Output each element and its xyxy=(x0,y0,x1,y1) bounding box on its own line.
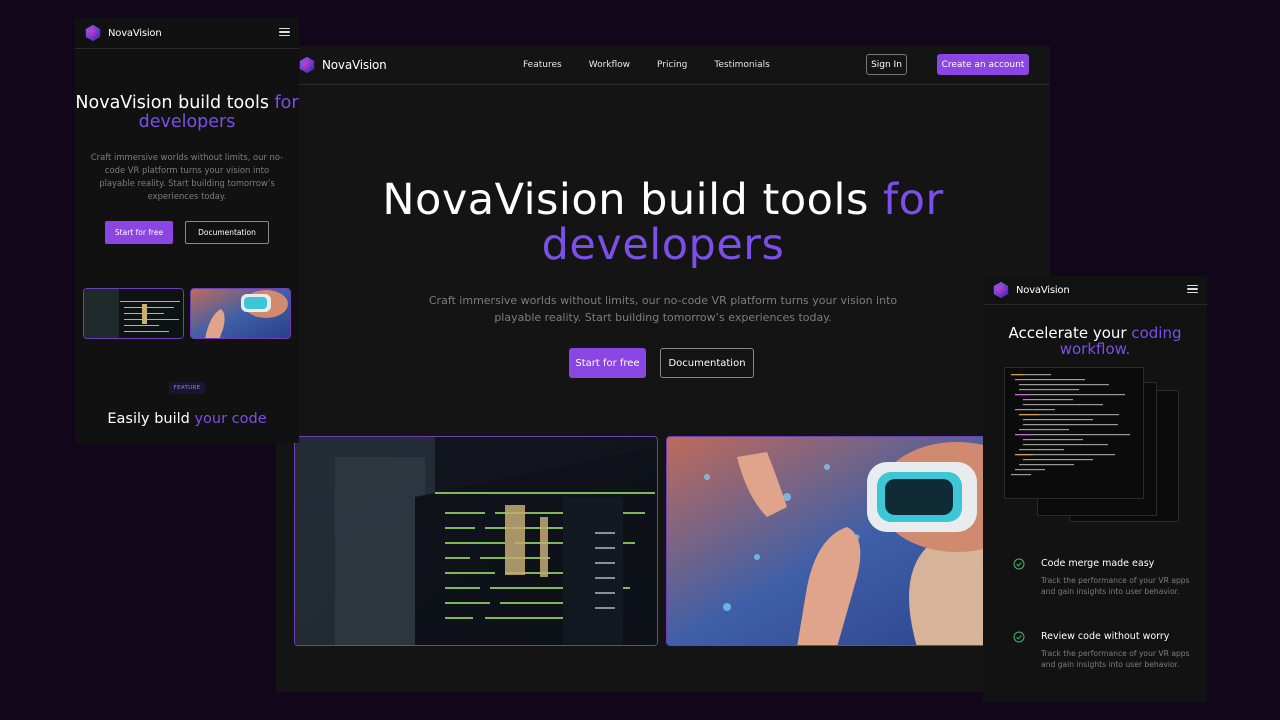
hero-subtitle: Craft immersive worlds without limits, o… xyxy=(428,294,898,324)
mobile-navbar: NovaVision xyxy=(983,276,1207,305)
brand-name: NovaVision xyxy=(1016,284,1070,296)
mobile-workflow-preview: NovaVision Accelerate your coding workfl… xyxy=(983,276,1207,702)
brand-logo[interactable]: NovaVision xyxy=(84,24,162,42)
desktop-preview: NovaVision Features Workflow Pricing Tes… xyxy=(276,46,1050,692)
brand-name: NovaVision xyxy=(322,58,387,72)
feature-title: Code merge made easy xyxy=(1041,558,1155,569)
mobile-hero-title-main: NovaVision build tools xyxy=(75,93,275,113)
top-navbar: NovaVision Features Workflow Pricing Tes… xyxy=(276,46,1050,85)
sign-in-button[interactable]: Sign In xyxy=(866,54,907,75)
vr-headset-thumbnail-illustration xyxy=(191,289,290,338)
nav-link-features[interactable]: Features xyxy=(523,60,562,70)
hamburger-menu-icon[interactable] xyxy=(1187,285,1198,293)
nav-link-workflow[interactable]: Workflow xyxy=(589,60,630,70)
hero-title: NovaVision build tools for developers xyxy=(276,178,1050,268)
novavision-logo-icon xyxy=(85,24,101,42)
nav-link-pricing[interactable]: Pricing xyxy=(657,60,687,70)
code-screen-image xyxy=(294,436,658,646)
brand-name: NovaVision xyxy=(108,27,162,39)
hero-title-main: NovaVision build tools xyxy=(382,175,884,225)
mobile-section-title-main: Easily build xyxy=(107,411,195,427)
feature-badge: FEATURE xyxy=(169,382,205,394)
feature-description: Track the performance of your VR apps an… xyxy=(1041,649,1190,669)
workflow-title: Accelerate your coding workflow. xyxy=(983,325,1207,357)
vr-headset-thumbnail xyxy=(190,288,291,339)
mobile-hero-subtitle: Craft immersive worlds without limits, o… xyxy=(90,152,284,201)
start-for-free-button[interactable]: Start for free xyxy=(105,221,173,244)
mobile-section-title: Easily build your code xyxy=(75,411,299,427)
brand-logo[interactable]: NovaVision xyxy=(298,56,387,74)
documentation-button[interactable]: Documentation xyxy=(660,348,754,378)
create-account-button[interactable]: Create an account xyxy=(937,54,1029,75)
code-screen-thumbnail-illustration xyxy=(84,289,183,338)
feature-title: Review code without worry xyxy=(1041,631,1170,642)
novavision-logo-icon xyxy=(993,281,1009,299)
code-editor-card-front xyxy=(1004,367,1144,499)
code-lines-illustration xyxy=(1011,374,1130,476)
documentation-button[interactable]: Documentation xyxy=(185,221,269,244)
nav-link-testimonials[interactable]: Testimonials xyxy=(714,60,769,70)
start-for-free-button[interactable]: Start for free xyxy=(569,348,646,378)
mobile-hero-preview: NovaVision NovaVision build tools for de… xyxy=(75,18,299,443)
hamburger-menu-icon[interactable] xyxy=(279,28,290,36)
brand-logo[interactable]: NovaVision xyxy=(992,281,1070,299)
check-circle-icon xyxy=(1013,631,1025,643)
check-circle-icon xyxy=(1013,558,1025,570)
code-screen-illustration xyxy=(295,437,657,645)
feature-description: Track the performance of your VR apps an… xyxy=(1041,576,1190,596)
mobile-section-title-accent: your code xyxy=(194,411,267,427)
mobile-navbar: NovaVision xyxy=(75,18,299,49)
code-screen-thumbnail xyxy=(83,288,184,339)
mobile-hero-title: NovaVision build tools for developers xyxy=(75,94,299,132)
novavision-logo-icon xyxy=(299,56,315,74)
nav-links: Features Workflow Pricing Testimonials xyxy=(523,60,770,70)
